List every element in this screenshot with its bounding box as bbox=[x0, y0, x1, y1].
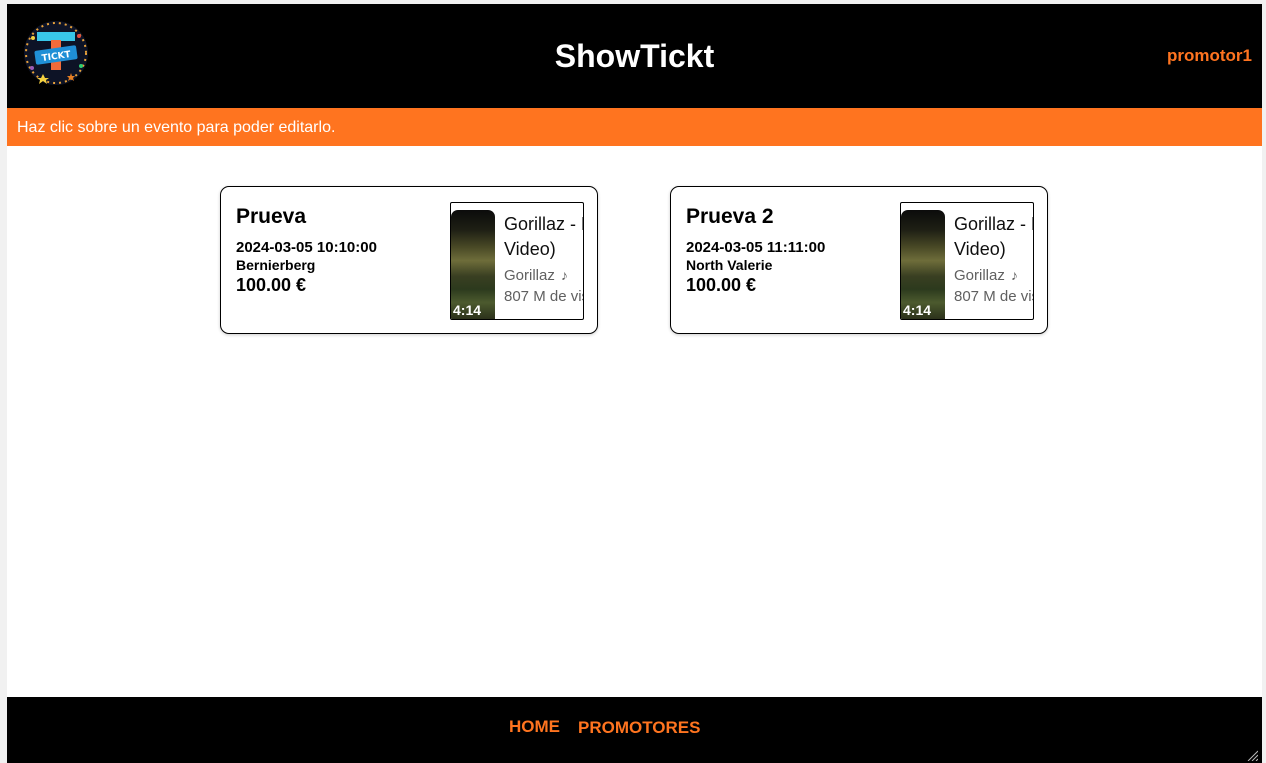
event-datetime: 2024-03-05 10:10:00 bbox=[236, 239, 377, 256]
music-note-icon: ♪ bbox=[1010, 267, 1018, 283]
event-card[interactable]: Prueva 2024-03-05 10:10:00 Bernierberg 1… bbox=[220, 186, 598, 334]
video-embed[interactable]: 4:14 Gorillaz - F Video) Gorillaz ♪ 807 M… bbox=[900, 202, 1034, 320]
video-channel[interactable]: Gorillaz ♪ bbox=[954, 266, 1018, 285]
video-embed[interactable]: 4:14 Gorillaz - F Video) Gorillaz ♪ 807 M… bbox=[450, 202, 584, 320]
video-thumbnail[interactable]: 4:14 bbox=[451, 210, 495, 319]
video-channel-name: Gorillaz bbox=[954, 267, 1005, 284]
video-views: 807 M de vis bbox=[504, 288, 584, 305]
video-title-line1: Gorillaz - F bbox=[504, 214, 584, 234]
video-title-line2: Video) bbox=[954, 239, 1006, 259]
event-datetime: 2024-03-05 11:11:00 bbox=[686, 239, 826, 256]
video-thumbnail[interactable]: 4:14 bbox=[901, 210, 945, 319]
video-views: 807 M de vis bbox=[954, 288, 1034, 305]
edit-hint-banner: Haz clic sobre un evento para poder edit… bbox=[7, 108, 1262, 146]
resize-grip-icon[interactable] bbox=[1246, 749, 1258, 761]
video-channel[interactable]: Gorillaz ♪ bbox=[504, 266, 568, 285]
site-title: ShowTickt bbox=[554, 38, 715, 74]
event-price: 100.00 € bbox=[686, 275, 757, 295]
event-location: Bernierberg bbox=[236, 257, 316, 273]
edit-hint-text: Haz clic sobre un evento para poder edit… bbox=[17, 119, 336, 136]
video-duration: 4:14 bbox=[453, 302, 482, 318]
page: TICKT ShowTickt promotor1 Haz clic sobre… bbox=[7, 4, 1262, 763]
video-title-line2: Video) bbox=[504, 239, 556, 259]
top-header: TICKT ShowTickt promotor1 bbox=[7, 4, 1262, 108]
video-duration: 4:14 bbox=[903, 302, 932, 318]
event-price: 100.00 € bbox=[236, 275, 307, 295]
user-menu-link[interactable]: promotor1 bbox=[1167, 46, 1252, 66]
nav-promotores-link[interactable]: PROMOTORES bbox=[578, 718, 700, 738]
event-card[interactable]: Prueva 2 2024-03-05 11:11:00 North Valer… bbox=[670, 186, 1048, 334]
video-channel-name: Gorillaz bbox=[504, 267, 555, 284]
music-note-icon: ♪ bbox=[560, 267, 568, 283]
video-title-line1: Gorillaz - F bbox=[954, 214, 1034, 234]
footer-nav: HOME PROMOTORES bbox=[7, 697, 1262, 763]
video-title[interactable]: Gorillaz - F Video) bbox=[504, 212, 584, 262]
nav-home-link[interactable]: HOME bbox=[509, 717, 560, 737]
event-name: Prueva 2 bbox=[686, 205, 774, 228]
event-location: North Valerie bbox=[686, 257, 773, 273]
video-title[interactable]: Gorillaz - F Video) bbox=[954, 212, 1034, 262]
event-name: Prueva bbox=[236, 205, 307, 228]
